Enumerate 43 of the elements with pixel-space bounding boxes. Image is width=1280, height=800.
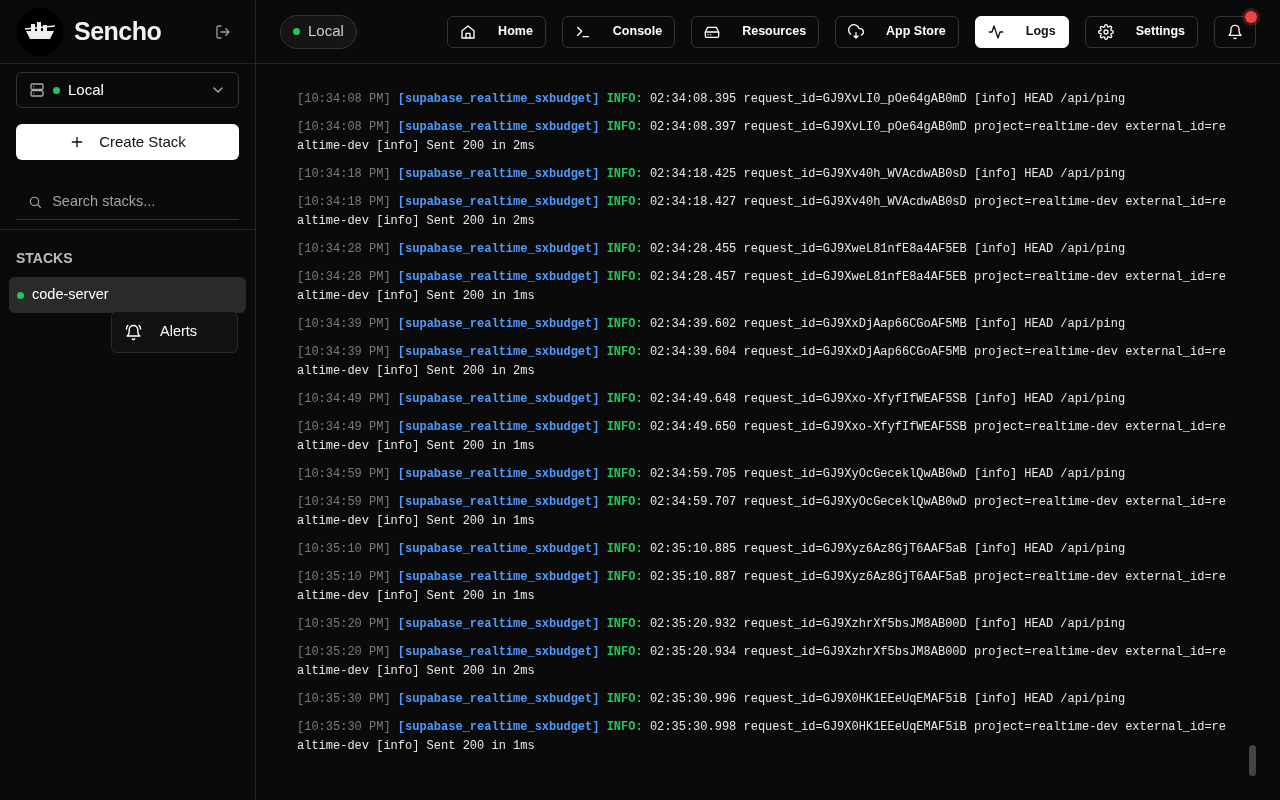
server-icon (29, 82, 45, 98)
log-line: [10:35:30 PM] [supabase_realtime_sxbudget] INFO: 02:35:30.998 request_id=GJ9X0HK1EEeUqEMAF5iB project=realtime-dev external_id=realtime-dev [info] Sent 200 in 1ms (297, 719, 1227, 755)
nav-tab[interactable]: App Store (835, 15, 959, 48)
pulse-icon (987, 23, 1004, 40)
stack-name: code-server (32, 285, 109, 305)
section-title: STACKS (16, 249, 74, 268)
app-name: Sencho (74, 15, 162, 47)
log-line: [10:35:10 PM] [supabase_realtime_sxbudget] INFO: 02:35:10.887 request_id=GJ9Xyz6Az8GjT6AAF5aB project=realtime-dev external_id=realtime-dev [info] Sent 200 in 1ms (297, 569, 1227, 605)
nav-tab[interactable]: Logs (974, 15, 1069, 48)
nav-tab[interactable]: Settings (1084, 15, 1198, 48)
nav-tab[interactable]: Home (447, 15, 546, 48)
nav-tab[interactable]: Resources (691, 15, 820, 48)
log-line: [10:35:20 PM] [supabase_realtime_sxbudget] INFO: 02:35:20.934 request_id=GJ9XzhrXf5bsJM8AB00D project=realtime-dev external_id=realtime-dev [info] Sent 200 in 2ms (297, 644, 1227, 680)
log-line: [10:35:30 PM] [supabase_realtime_sxbudget] INFO: 02:35:30.996 request_id=GJ9X0HK1EEeUqEMAF5iB [info] HEAD /api/ping (297, 691, 1127, 708)
log-line: [10:35:10 PM] [supabase_realtime_sxbudget] INFO: 02:35:10.885 request_id=GJ9Xyz6Az8GjT6AAF5aB [info] HEAD /api/ping (297, 541, 1127, 558)
log-line: [10:34:18 PM] [supabase_realtime_sxbudget] INFO: 02:34:18.427 request_id=GJ9Xv40h_WVAcdwAB0sD project=realtime-dev external_id=realtime-dev [info] Sent 200 in 2ms (297, 194, 1227, 230)
bell-icon (125, 323, 142, 341)
environment-label: Local (308, 21, 344, 42)
scrollbar-thumb[interactable] (1249, 745, 1256, 776)
menu-item[interactable]: Alerts (115, 315, 234, 349)
log-line: [10:34:08 PM] [supabase_realtime_sxbudget] INFO: 02:34:08.395 request_id=GJ9XvLI0_pOe64gAB0mD [info] HEAD /api/ping (297, 91, 1127, 108)
nav-tab[interactable]: Console (561, 15, 676, 48)
settings-icon (1097, 23, 1114, 40)
bell-icon (1227, 23, 1243, 40)
log-line: [10:34:59 PM] [supabase_realtime_sxbudget] INFO: 02:34:59.705 request_id=GJ9XyOcGeceklQwAB0wD [info] HEAD /api/ping (297, 466, 1127, 483)
log-line: [10:34:28 PM] [supabase_realtime_sxbudget] INFO: 02:34:28.457 request_id=GJ9XweL81nfE8a4AF5EB project=realtime-dev external_id=realtime-dev [info] Sent 200 in 1ms (297, 269, 1227, 305)
environment-select[interactable]: Local (16, 72, 239, 108)
log-line: [10:34:49 PM] [supabase_realtime_sxbudget] INFO: 02:34:49.650 request_id=GJ9Xxo-XfyfIfWEAF5SB project=realtime-dev external_id=realtime-dev [info] Sent 200 in 1ms (297, 419, 1227, 455)
log-line: [10:34:49 PM] [supabase_realtime_sxbudget] INFO: 02:34:49.648 request_id=GJ9Xxo-XfyfIfWEAF5SB [info] HEAD /api/ping (297, 391, 1127, 408)
log-line: [10:34:39 PM] [supabase_realtime_sxbudget] INFO: 02:34:39.602 request_id=GJ9XxDjAap66CGoAF5MB [info] HEAD /api/ping (297, 316, 1127, 333)
stack-item[interactable]: code-server (9, 277, 246, 313)
logo (16, 7, 64, 56)
log-line: [10:34:28 PM] [supabase_realtime_sxbudget] INFO: 02:34:28.455 request_id=GJ9XweL81nfE8a4AF5EB [info] HEAD /api/ping (297, 241, 1127, 258)
home-icon (460, 23, 477, 40)
cloud-download-icon (848, 23, 865, 40)
environment-label: Local (68, 79, 104, 100)
log-line: [10:34:18 PM] [supabase_realtime_sxbudget] INFO: 02:34:18.425 request_id=GJ9Xv40h_WVAcdwAB0sD [info] HEAD /api/ping (297, 166, 1127, 183)
log-line: [10:35:20 PM] [supabase_realtime_sxbudget] INFO: 02:35:20.932 request_id=GJ9XzhrXf5bsJM8AB00D [info] HEAD /api/ping (297, 616, 1127, 633)
log-line: [10:34:59 PM] [supabase_realtime_sxbudget] INFO: 02:34:59.707 request_id=GJ9XyOcGeceklQwAB0wD project=realtime-dev external_id=realtime-dev [info] Sent 200 in 1ms (297, 494, 1227, 530)
log-line: [10:34:39 PM] [supabase_realtime_sxbudget] INFO: 02:34:39.604 request_id=GJ9XxDjAap66CGoAF5MB project=realtime-dev external_id=realtime-dev [info] Sent 200 in 2ms (297, 344, 1227, 380)
log-line: [10:34:08 PM] [supabase_realtime_sxbudget] INFO: 02:34:08.397 request_id=GJ9XvLI0_pOe64gAB0mD project=realtime-dev external_id=realtime-dev [info] Sent 200 in 2ms (297, 119, 1227, 155)
create-stack-button[interactable]: Create Stack (16, 124, 239, 160)
search-field[interactable]: Search stacks... (50, 189, 227, 214)
